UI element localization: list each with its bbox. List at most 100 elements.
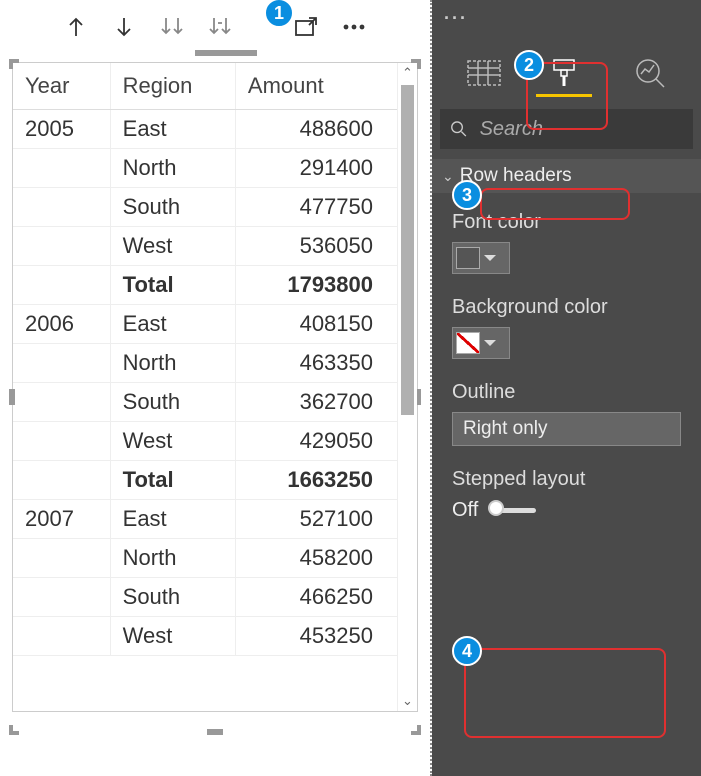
col-header-region[interactable]: Region	[110, 63, 235, 110]
cell-year	[13, 344, 110, 383]
cell-region: East	[110, 305, 235, 344]
cell-year	[13, 617, 110, 656]
stepped-layout-toggle[interactable]	[490, 508, 536, 513]
toggle-knob	[488, 500, 504, 516]
toolbar-handle[interactable]	[195, 50, 257, 56]
visual-toolbar	[0, 0, 430, 56]
cell-region: North	[110, 344, 235, 383]
focus-mode-icon[interactable]	[291, 12, 321, 42]
search-input[interactable]	[478, 117, 683, 142]
more-options-icon[interactable]	[339, 12, 369, 42]
drill-down-icon[interactable]	[109, 12, 139, 42]
chevron-down-icon: ⌄	[442, 168, 454, 185]
scroll-up-icon[interactable]: ⌃	[398, 63, 417, 83]
resize-handle[interactable]	[411, 725, 421, 735]
outline-dropdown[interactable]: Right only	[452, 412, 681, 446]
table-row[interactable]: South466250	[13, 578, 397, 617]
cell-total-label: Total	[110, 266, 235, 305]
table-row[interactable]: North458200	[13, 539, 397, 578]
bg-color-picker[interactable]	[452, 327, 510, 359]
table-row[interactable]: North291400	[13, 149, 397, 188]
scroll-down-icon[interactable]: ⌄	[398, 691, 417, 711]
search-box[interactable]	[440, 109, 693, 149]
cell-region: North	[110, 539, 235, 578]
cell-amount: 458200	[235, 539, 397, 578]
drill-up-icon[interactable]	[61, 12, 91, 42]
matrix-visual[interactable]: Year Region Amount 2005East488600North29…	[12, 62, 418, 712]
table-row[interactable]: West429050	[13, 422, 397, 461]
cell-year	[13, 266, 110, 305]
label-stepped-layout: Stepped layout	[452, 468, 681, 491]
col-header-amount[interactable]: Amount	[235, 63, 397, 110]
color-swatch-none	[456, 332, 480, 354]
vertical-scrollbar[interactable]: ⌃ ⌄	[397, 63, 417, 711]
cell-region: South	[110, 188, 235, 227]
cell-year	[13, 539, 110, 578]
font-color-picker[interactable]	[452, 242, 510, 274]
cell-year	[13, 422, 110, 461]
cell-region: West	[110, 227, 235, 266]
scroll-thumb[interactable]	[401, 85, 414, 415]
chevron-down-icon	[484, 255, 496, 261]
cell-region: North	[110, 149, 235, 188]
table-row[interactable]: 2007East527100	[13, 500, 397, 539]
col-header-year[interactable]: Year	[13, 63, 110, 110]
cell-year	[13, 149, 110, 188]
label-outline: Outline	[452, 381, 681, 404]
pane-tabs	[432, 37, 701, 95]
callout-2: 2	[514, 50, 544, 80]
cell-year	[13, 578, 110, 617]
cell-amount: 536050	[235, 227, 397, 266]
cell-total-amount: 1793800	[235, 266, 397, 305]
pane-more-icon[interactable]: ···	[432, 0, 701, 37]
cell-amount: 488600	[235, 110, 397, 149]
table-row[interactable]: 2005East488600	[13, 110, 397, 149]
cell-total-label: Total	[110, 461, 235, 500]
cell-amount: 466250	[235, 578, 397, 617]
tab-analytics[interactable]	[625, 51, 675, 95]
cell-region: West	[110, 422, 235, 461]
cell-amount: 408150	[235, 305, 397, 344]
tab-format[interactable]	[542, 51, 592, 95]
cell-year	[13, 188, 110, 227]
cell-region: West	[110, 617, 235, 656]
callout-3: 3	[452, 180, 482, 210]
cell-year	[13, 383, 110, 422]
resize-handle[interactable]	[9, 725, 19, 735]
table-row[interactable]: 2006East408150	[13, 305, 397, 344]
resize-handle[interactable]	[9, 389, 15, 405]
search-icon	[450, 119, 468, 139]
cell-amount: 463350	[235, 344, 397, 383]
cell-amount: 453250	[235, 617, 397, 656]
cell-amount: 477750	[235, 188, 397, 227]
cell-region: East	[110, 110, 235, 149]
cell-year: 2006	[13, 305, 110, 344]
table-row[interactable]: South477750	[13, 188, 397, 227]
expand-all-icon[interactable]	[205, 12, 235, 42]
matrix-table: Year Region Amount 2005East488600North29…	[13, 63, 397, 656]
tab-fields[interactable]	[459, 51, 509, 95]
cell-amount: 527100	[235, 500, 397, 539]
cell-region: East	[110, 500, 235, 539]
table-row[interactable]: West453250	[13, 617, 397, 656]
cell-year: 2007	[13, 500, 110, 539]
table-row[interactable]: West536050	[13, 227, 397, 266]
table-total-row[interactable]: Total1793800	[13, 266, 397, 305]
resize-handle[interactable]	[207, 729, 223, 735]
cell-year: 2005	[13, 110, 110, 149]
cell-region: South	[110, 578, 235, 617]
color-swatch	[456, 247, 480, 269]
cell-year	[13, 461, 110, 500]
cell-total-amount: 1663250	[235, 461, 397, 500]
cell-region: South	[110, 383, 235, 422]
cell-amount: 291400	[235, 149, 397, 188]
cell-amount: 362700	[235, 383, 397, 422]
table-total-row[interactable]: Total1663250	[13, 461, 397, 500]
label-bg-color: Background color	[452, 296, 681, 319]
table-row[interactable]: North463350	[13, 344, 397, 383]
expand-next-level-icon[interactable]	[157, 12, 187, 42]
callout-4: 4	[452, 636, 482, 666]
table-row[interactable]: South362700	[13, 383, 397, 422]
toggle-state-label: Off	[452, 499, 478, 522]
label-font-color: Font color	[452, 211, 681, 234]
